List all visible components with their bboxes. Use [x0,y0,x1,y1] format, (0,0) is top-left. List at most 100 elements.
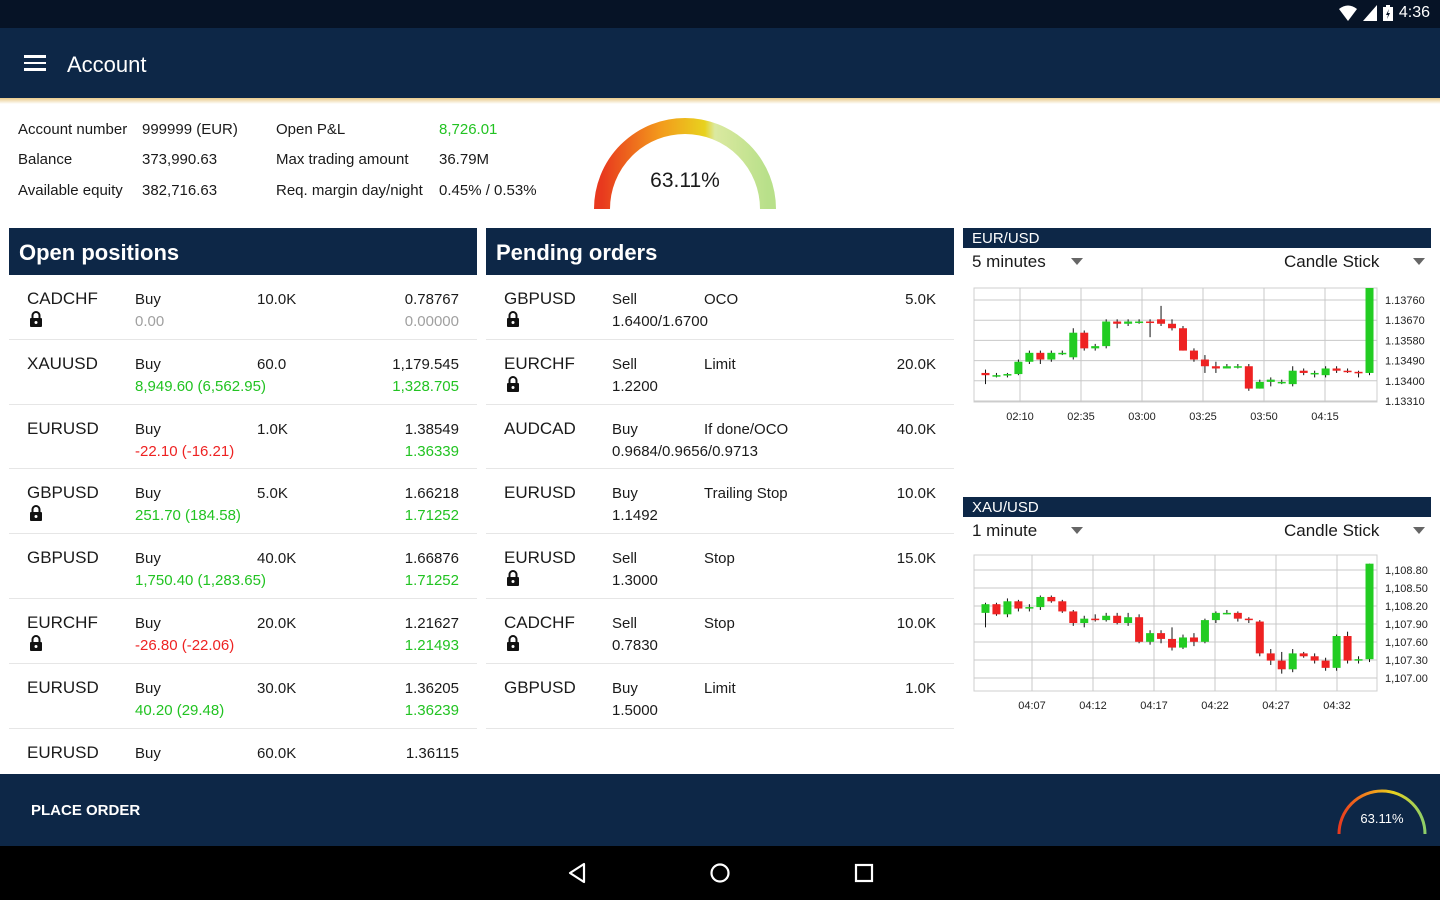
position-row[interactable]: EURUSD Buy -22.10 (-16.21) 1.0K 1.38549 1.363… [9,405,477,470]
position-amount: 20.0K [257,614,297,632]
candle-body [1069,332,1078,358]
place-order-button[interactable]: PLACE ORDER [31,802,140,819]
order-rate: 1.1492 [612,507,658,525]
candle-body [1178,328,1187,351]
chart-type-select[interactable]: Candle Stick [1284,252,1379,272]
pending-orders-header: Pending orders [486,228,954,275]
position-current-rate: 0.00000 [404,313,459,330]
candle-body [1102,321,1111,347]
position-row[interactable]: GBPUSD Buy 251.70 (184.58) 5.0K 1.66218 1.712… [9,469,477,535]
timeframe-select[interactable]: 1 minute [972,521,1037,541]
position-amount: 60.0K [257,744,297,762]
hamburger-menu-icon[interactable] [24,55,46,71]
order-type: If done/OCO [704,420,789,438]
position-side: Buy [135,420,161,438]
position-row[interactable]: GBPUSD Buy 1,750.40 (1,283.65) 40.0K 1.66876… [9,534,477,599]
position-open-rate: 0.78767 [404,291,459,308]
available-equity-value: 382,716.63 [142,182,218,199]
candle-body [1124,321,1133,324]
candle-body [1354,371,1363,374]
candle-body [1266,379,1275,382]
candle-body [1299,370,1308,373]
candle-body [1025,352,1034,362]
order-row[interactable]: GBPUSD Sell 1.6400/1.6700 OCO 5.0K [486,275,954,340]
position-row[interactable]: EURCHF Buy -26.80 (-22.06) 20.0K 1.21627 1.21… [9,599,477,664]
candle-body [1003,374,1012,376]
candle-body [1310,656,1319,661]
candle-body [1321,368,1330,376]
open-positions-panel: Open positions CADCHF Buy 0.00 10.0K 0.78767… [9,228,477,794]
chart-type-dropdown-icon[interactable] [1413,527,1425,534]
order-symbol: CADCHF [504,612,575,632]
x-tick-label: 03:50 [1250,411,1278,423]
position-amount: 1.0K [257,420,288,438]
order-amount: 1.0K [905,679,936,697]
recents-icon[interactable] [852,861,876,885]
order-row[interactable]: GBPUSD Buy 1.5000 Limit 1.0K [486,664,954,729]
balance-value: 373,990.63 [142,151,218,168]
candle-body [1332,636,1341,668]
lock-icon [506,311,520,327]
order-row[interactable]: AUDCAD Buy 0.9684/0.9656/0.9713 If done/OCO… [486,405,954,470]
position-symbol: GBPUSD [27,548,99,568]
position-open-rate: 1,179.545 [392,355,459,373]
candle-body [1211,612,1220,621]
order-symbol: EURUSD [504,548,576,568]
position-symbol: GBPUSD [27,483,99,503]
position-row[interactable]: EURUSD Buy 40.20 (29.48) 30.0K 1.36205 1.3623… [9,664,477,729]
position-row[interactable]: CADCHF Buy 0.00 10.0K 0.78767 0.00000 [9,275,477,340]
x-tick-label: 04:27 [1262,700,1290,712]
back-icon[interactable] [565,861,589,885]
candle-body [1200,359,1209,367]
position-open-rate: 1.21627 [404,614,459,632]
y-tick-label: 1.13760 [1385,295,1425,307]
order-row[interactable]: EURCHF Sell 1.2200 Limit 20.0K [486,340,954,405]
order-side: Sell [612,291,638,308]
position-open-rate: 1.36205 [404,679,459,697]
order-row[interactable]: EURUSD Buy 1.1492 Trailing Stop 10.0K [486,469,954,535]
x-tick-label: 04:15 [1311,411,1339,423]
chart-title: XAU/USD [963,497,1431,517]
xauusd-chart-panel: XAU/USD 1 minute Candle Stick 1,108.80 1,… [963,497,1431,717]
x-tick-label: 04:12 [1079,700,1107,712]
order-type: Stop [704,614,735,632]
candle-body [1200,620,1209,642]
candle-body [1277,660,1286,670]
order-rate: 1.2200 [612,377,658,395]
order-row[interactable]: EURUSD Sell 1.3000 Stop 15.0K [486,534,954,599]
y-tick-label: 1,107.60 [1385,637,1428,649]
y-tick-label: 1.13670 [1385,315,1425,327]
timeframe-dropdown-icon[interactable] [1071,258,1083,265]
position-row[interactable]: XAUUSD Buy 8,949.60 (6,562.95) 60.0 1,179.54… [9,340,477,405]
candle-body [1058,601,1067,612]
candle-body [1135,321,1144,324]
chart-type-dropdown-icon[interactable] [1413,258,1425,265]
order-row[interactable]: CADCHF Sell 0.7830 Stop 10.0K [486,599,954,664]
order-amount: 5.0K [905,291,936,308]
position-symbol: EURCHF [27,612,98,632]
y-tick-label: 1.13310 [1385,396,1425,408]
chart-type-select[interactable]: Candle Stick [1284,521,1379,541]
candle-body [1135,617,1144,642]
gauge-value: 63.11% [650,169,720,192]
order-rate: 1.3000 [612,572,658,590]
position-symbol: CADCHF [27,289,98,308]
gauge-arc [594,118,776,210]
candle-body [1266,653,1275,661]
position-pl: -26.80 (-22.06) [135,636,235,654]
order-amount: 15.0K [896,550,936,568]
timeframe-select[interactable]: 5 minutes [972,252,1046,272]
battery-icon [1382,5,1393,21]
order-type: Limit [704,355,736,373]
position-pl: 1,750.40 (1,283.65) [135,572,266,590]
home-icon[interactable] [708,861,732,885]
xauusd-candlestick-chart[interactable]: 1,108.80 1,108.50 1,108.20 1,107.90 1,107.60… [963,547,1431,717]
order-type: OCO [704,291,739,308]
candle-body [1069,611,1078,623]
position-symbol: EURUSD [27,677,99,697]
timeframe-dropdown-icon[interactable] [1071,527,1083,534]
eurusd-candlestick-chart[interactable]: 1.13760 1.13670 1.13580 1.13490 1.13400 1.133… [963,278,1431,438]
y-tick-label: 1,108.80 [1385,565,1428,577]
open-pl-value: 8,726.01 [439,121,498,138]
position-side: Buy [135,614,161,632]
